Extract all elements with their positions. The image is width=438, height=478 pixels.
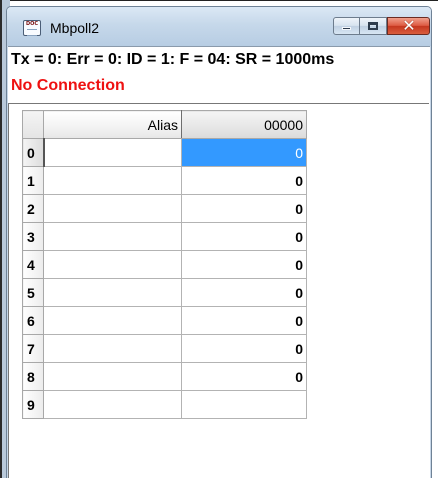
row-header[interactable]: 2 [22,194,44,223]
value-cell-selected[interactable]: 0 [181,138,307,167]
client-area: Tx = 0: Err = 0: ID = 1: F = 04: SR = 10… [8,46,430,478]
row-header[interactable]: 7 [22,334,44,363]
alias-cell[interactable] [43,362,182,391]
table-row: 7 0 [22,334,307,363]
value-cell[interactable]: 0 [181,194,307,223]
row-header[interactable]: 6 [22,306,44,335]
top-divider [0,0,438,1]
minimize-button[interactable] [333,17,360,35]
table-row: 6 0 [22,306,307,335]
value-cell[interactable]: 0 [181,306,307,335]
value-cell[interactable]: 0 [181,166,307,195]
value-cell[interactable]: 0 [181,362,307,391]
row-header[interactable]: 8 [22,362,44,391]
table-row: 3 0 [22,222,307,251]
mbpoll-window[interactable]: DOC Mbpoll2 ✕ Tx = 0: Err = 0: ID = 1: F… [6,6,432,478]
row-header[interactable]: 5 [22,278,44,307]
maximize-icon [368,22,378,30]
grid-corner-cell[interactable] [22,110,44,139]
row-header[interactable]: 4 [22,250,44,279]
alias-cell[interactable] [43,222,182,251]
maximize-button[interactable] [360,17,387,35]
table-row: 8 0 [22,362,307,391]
row-header[interactable]: 0 [22,138,45,167]
register-grid-frame: Alias 00000 0 0 1 0 2 0 3 0 4 0 5 0 6 0 … [8,103,429,478]
table-row: 4 0 [22,250,307,279]
register-column-header[interactable]: 00000 [181,110,307,139]
screen: DOC Mbpoll2 ✕ Tx = 0: Err = 0: ID = 1: F… [0,0,438,478]
alias-cell[interactable] [43,138,182,167]
status-line: Tx = 0: Err = 0: ID = 1: F = 04: SR = 10… [11,51,335,68]
grid-header-row: Alias 00000 [22,110,307,139]
alias-cell[interactable] [43,166,182,195]
value-cell[interactable] [181,390,307,419]
alias-cell[interactable] [43,334,182,363]
minimize-icon [342,27,351,30]
row-header[interactable]: 9 [22,390,44,419]
row-header[interactable]: 3 [22,222,44,251]
table-row: 0 0 [22,138,307,167]
alias-cell[interactable] [43,278,182,307]
mbpoll-document-icon[interactable]: DOC [23,20,41,36]
alias-cell[interactable] [43,250,182,279]
connection-status: No Connection [11,77,125,94]
window-title: Mbpoll2 [50,20,100,36]
value-cell[interactable]: 0 [181,334,307,363]
row-header[interactable]: 1 [22,166,44,195]
value-cell[interactable]: 0 [181,278,307,307]
alias-cell[interactable] [43,306,182,335]
table-row: 9 [22,390,307,419]
close-icon: ✕ [402,16,416,35]
table-row: 2 0 [22,194,307,223]
value-cell[interactable]: 0 [181,222,307,251]
icon-lines [27,29,37,36]
alias-cell[interactable] [43,390,182,419]
table-row: 1 0 [22,166,307,195]
register-grid: Alias 00000 0 0 1 0 2 0 3 0 4 0 5 0 6 0 … [22,110,307,419]
value-cell[interactable]: 0 [181,250,307,279]
table-row: 5 0 [22,278,307,307]
close-button[interactable]: ✕ [387,17,430,35]
title-bar[interactable]: DOC Mbpoll2 ✕ [7,7,431,46]
alias-cell[interactable] [43,194,182,223]
icon-label: DOC [26,21,39,27]
alias-column-header[interactable]: Alias [43,110,182,139]
grid-body: 0 0 1 0 2 0 3 0 4 0 5 0 6 0 7 0 8 0 9 [22,138,307,419]
